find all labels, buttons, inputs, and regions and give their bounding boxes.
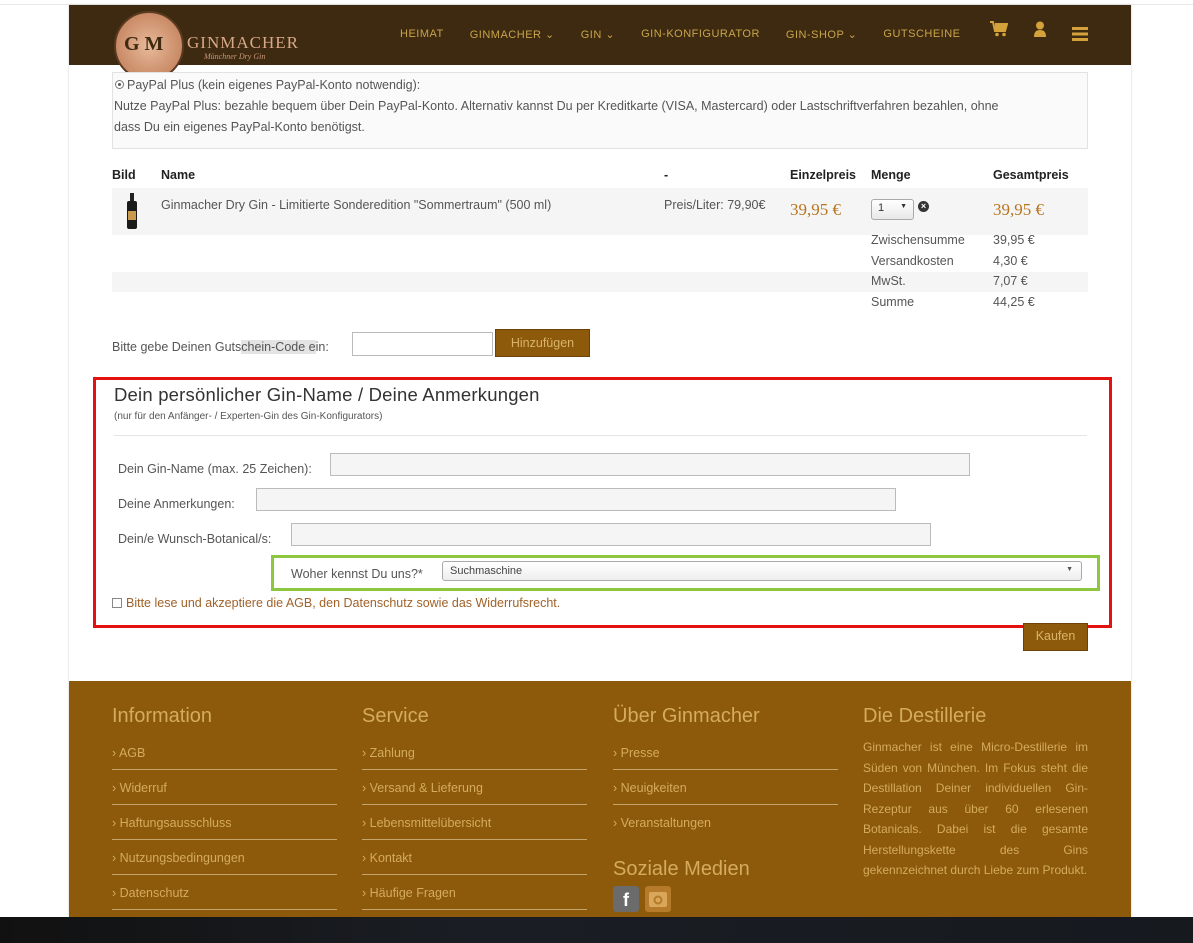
footer-information-title: Information	[112, 705, 213, 727]
agb-label[interactable]: Bitte lese und akzeptiere die AGB, den D…	[126, 596, 560, 610]
footer-link-nutzungsbedingungen[interactable]: › Nutzungsbedingungen	[112, 840, 337, 875]
summary-total-value: 44,25 €	[993, 295, 1035, 309]
add-coupon-button[interactable]: Hinzufügen	[495, 329, 590, 357]
col-header-image: Bild	[112, 168, 136, 182]
coupon-label: Bitte gebe Deinen Gutschein-Code ein:	[112, 340, 329, 354]
form-title: Dein persönlicher Gin-Name / Deine Anmer…	[114, 384, 540, 405]
summary-subtotal-value: 39,95 €	[993, 233, 1035, 247]
logo-subtitle: Münchner Dry Gin	[204, 52, 266, 61]
paypal-radio[interactable]	[115, 80, 124, 89]
summary-total-label: Summe	[871, 295, 915, 309]
quantity-select[interactable]: 1 ▼	[871, 199, 914, 220]
summary-stripe	[112, 272, 1088, 292]
col-header-unit-price: Einzelpreis	[790, 168, 856, 182]
taskbar	[0, 917, 1193, 943]
product-name[interactable]: Ginmacher Dry Gin - Limitierte Sonderedi…	[161, 198, 551, 212]
agb-checkbox[interactable]	[112, 598, 122, 608]
remove-item-icon[interactable]: ×	[918, 201, 929, 212]
footer-link-lebensmittel[interactable]: › Lebensmittelübersicht	[362, 805, 587, 840]
summary-subtotal-label: Zwischensumme	[871, 233, 965, 247]
source-label: Woher kennst Du uns?*	[291, 567, 423, 581]
footer-link-widerruf[interactable]: › Widerruf	[112, 770, 337, 805]
col-header-name: Name	[161, 168, 196, 182]
footer-link-kontakt[interactable]: › Kontakt	[362, 840, 587, 875]
nav-gin[interactable]: GIN ⌄	[581, 28, 615, 41]
total-price: 39,95 €	[993, 200, 1044, 219]
source-select-value: Suchmaschine	[450, 565, 523, 577]
logo-emblem[interactable]: G M	[114, 11, 184, 81]
botanical-label: Dein/e Wunsch-Botanical/s:	[118, 532, 272, 546]
footer-link-agb[interactable]: › AGB	[112, 735, 337, 770]
gin-name-input[interactable]	[330, 453, 970, 476]
footer-service-title: Service	[362, 705, 429, 727]
menu-icon[interactable]	[1072, 25, 1088, 46]
footer-link-haftungsausschluss[interactable]: › Haftungsausschluss	[112, 805, 337, 840]
divider	[114, 435, 1087, 436]
nav-heimat[interactable]: HEIMAT	[400, 28, 444, 41]
footer-social-title: Soziale Medien	[613, 858, 750, 880]
product-bottle-image[interactable]	[125, 193, 139, 229]
site-footer: Information › AGB › Widerruf › Haftungsa…	[69, 681, 1131, 917]
facebook-icon[interactable]: f	[613, 886, 639, 912]
footer-link-faq[interactable]: › Häufige Fragen	[362, 875, 587, 910]
nav-gin-konfigurator[interactable]: GIN-KONFIGURATOR	[641, 28, 760, 41]
quantity-value: 1	[878, 202, 885, 214]
instagram-icon[interactable]	[645, 886, 671, 912]
nav-gutscheine[interactable]: GUTSCHEINE	[883, 28, 960, 41]
paypal-plus-box: PayPal Plus (kein eigenes PayPal-Konto n…	[112, 72, 1088, 149]
footer-link-presse[interactable]: › Presse	[613, 735, 838, 770]
chevron-down-icon: ▼	[1066, 566, 1073, 573]
chevron-down-icon: ▼	[900, 203, 907, 210]
footer-link-versand[interactable]: › Versand & Lieferung	[362, 770, 587, 805]
unit-price: 39,95 €	[790, 200, 841, 219]
user-icon[interactable]	[1033, 21, 1047, 42]
footer-link-datenschutz[interactable]: › Datenschutz	[112, 875, 337, 910]
paypal-option-label: PayPal Plus (kein eigenes PayPal-Konto n…	[127, 78, 421, 92]
main-nav: HEIMAT GINMACHER ⌄ GIN ⌄ GIN-KONFIGURATO…	[400, 28, 987, 41]
footer-link-neuigkeiten[interactable]: › Neuigkeiten	[613, 770, 838, 805]
logo-text[interactable]: GINMACHER	[187, 33, 299, 53]
summary-tax-label: MwSt.	[871, 274, 906, 288]
footer-about-title: Über Ginmacher	[613, 705, 760, 727]
col-header-dash: -	[664, 168, 669, 182]
logo-initials: G M	[124, 33, 164, 55]
footer-destillerie-title: Die Destillerie	[863, 705, 987, 727]
footer-link-veranstaltungen[interactable]: › Veranstaltungen	[613, 805, 838, 840]
paypal-option[interactable]: PayPal Plus (kein eigenes PayPal-Konto n…	[115, 75, 1087, 96]
gin-name-label: Dein Gin-Name (max. 25 Zeichen):	[118, 462, 312, 476]
page-container: G M GINMACHER Münchner Dry Gin HEIMAT GI…	[69, 5, 1131, 917]
notes-input[interactable]	[256, 488, 896, 511]
paypal-desc-line2: dass Du ein eigenes PayPal-Konto benötig…	[114, 120, 365, 134]
cart-icon[interactable]	[990, 21, 1009, 42]
coupon-code-input[interactable]	[352, 332, 493, 356]
price-per-liter: Preis/Liter: 79,90€	[664, 198, 766, 212]
footer-destillerie-text: Ginmacher ist eine Micro-Destillerie im …	[863, 740, 1088, 877]
footer-link-zahlung[interactable]: › Zahlung	[362, 735, 587, 770]
col-header-quantity: Menge	[871, 168, 911, 182]
form-subtitle: (nur für den Anfänger- / Experten-Gin de…	[114, 411, 383, 422]
notes-label: Deine Anmerkungen:	[118, 497, 235, 511]
paypal-desc-line1: Nutze PayPal Plus: bezahle bequem über D…	[114, 99, 999, 113]
summary-tax-value: 7,07 €	[993, 274, 1028, 288]
nav-gin-shop[interactable]: GIN-SHOP ⌄	[786, 28, 857, 41]
source-select[interactable]: Suchmaschine ▼	[442, 561, 1082, 581]
site-header: G M GINMACHER Münchner Dry Gin HEIMAT GI…	[69, 5, 1131, 81]
botanical-input[interactable]	[291, 523, 931, 546]
buy-button[interactable]: Kaufen	[1023, 623, 1088, 651]
nav-ginmacher[interactable]: GINMACHER ⌄	[470, 28, 555, 41]
summary-shipping-label: Versandkosten	[871, 254, 954, 268]
summary-shipping-value: 4,30 €	[993, 254, 1028, 268]
col-header-total: Gesamtpreis	[993, 168, 1069, 182]
